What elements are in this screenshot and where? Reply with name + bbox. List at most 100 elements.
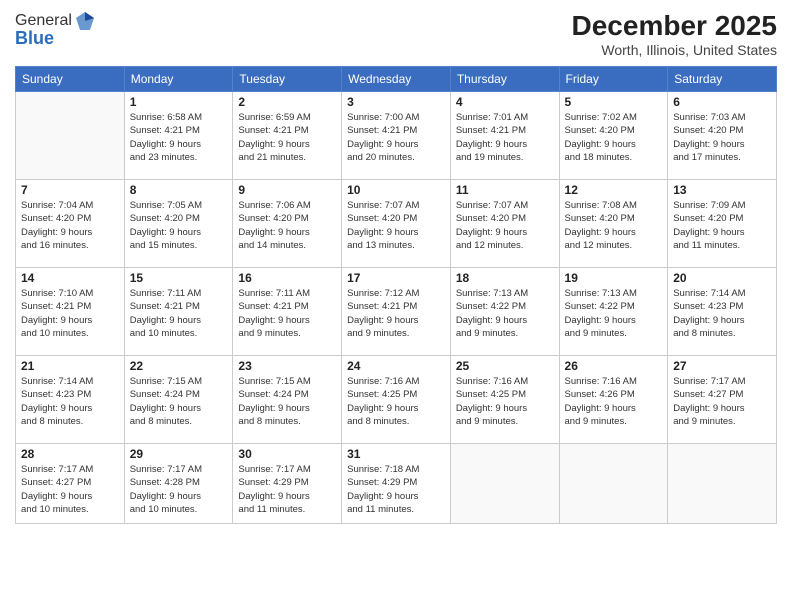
day-number: 29 [130,447,228,461]
day-info: Sunrise: 7:17 AM Sunset: 4:28 PM Dayligh… [130,463,228,516]
day-number: 3 [347,95,445,109]
day-number: 21 [21,359,119,373]
day-info: Sunrise: 7:00 AM Sunset: 4:21 PM Dayligh… [347,111,445,164]
table-row: 27 Sunrise: 7:17 AM Sunset: 4:27 PM Dayli… [668,356,777,444]
day-number: 13 [673,183,771,197]
col-monday: Monday [124,67,233,92]
table-row: 22 Sunrise: 7:15 AM Sunset: 4:24 PM Dayli… [124,356,233,444]
table-row [450,444,559,524]
table-row: 16 Sunrise: 7:11 AM Sunset: 4:21 PM Dayli… [233,268,342,356]
day-info: Sunrise: 7:08 AM Sunset: 4:20 PM Dayligh… [565,199,663,252]
col-thursday: Thursday [450,67,559,92]
page-header: General Blue December 2025 Worth, Illino… [15,10,777,58]
day-number: 22 [130,359,228,373]
day-info: Sunrise: 7:07 AM Sunset: 4:20 PM Dayligh… [456,199,554,252]
day-number: 10 [347,183,445,197]
calendar-header-row: Sunday Monday Tuesday Wednesday Thursday… [16,67,777,92]
table-row: 21 Sunrise: 7:14 AM Sunset: 4:23 PM Dayli… [16,356,125,444]
day-number: 12 [565,183,663,197]
table-row: 9Sunrise: 7:06 AM Sunset: 4:20 PM Daylig… [233,180,342,268]
day-number: 30 [238,447,336,461]
calendar-week-row: 28Sunrise: 7:17 AM Sunset: 4:27 PM Dayli… [16,444,777,524]
table-row: 24Sunrise: 7:16 AM Sunset: 4:25 PM Dayli… [342,356,451,444]
day-info: Sunrise: 7:13 AM Sunset: 4:22 PM Dayligh… [565,287,663,340]
col-tuesday: Tuesday [233,67,342,92]
day-number: 23 [238,359,336,373]
table-row: 6 Sunrise: 7:03 AM Sunset: 4:20 PM Daylig… [668,92,777,180]
table-row: 18 Sunrise: 7:13 AM Sunset: 4:22 PM Dayli… [450,268,559,356]
table-row: 23 Sunrise: 7:15 AM Sunset: 4:24 PM Dayli… [233,356,342,444]
day-number: 5 [565,95,663,109]
table-row: 26Sunrise: 7:16 AM Sunset: 4:26 PM Dayli… [559,356,668,444]
day-number: 6 [673,95,771,109]
day-info: Sunrise: 7:12 AM Sunset: 4:21 PM Dayligh… [347,287,445,340]
day-number: 24 [347,359,445,373]
table-row: 31 Sunrise: 7:18 AM Sunset: 4:29 PM Dayli… [342,444,451,524]
day-number: 14 [21,271,119,285]
day-number: 9 [238,183,336,197]
day-number: 15 [130,271,228,285]
table-row [559,444,668,524]
day-info: Sunrise: 7:04 AM Sunset: 4:20 PM Dayligh… [21,199,119,252]
calendar-week-row: 14 Sunrise: 7:10 AM Sunset: 4:21 PM Dayli… [16,268,777,356]
col-saturday: Saturday [668,67,777,92]
day-number: 19 [565,271,663,285]
table-row: 5 Sunrise: 7:02 AM Sunset: 4:20 PM Daylig… [559,92,668,180]
table-row: 8Sunrise: 7:05 AM Sunset: 4:20 PM Daylig… [124,180,233,268]
day-number: 18 [456,271,554,285]
calendar-week-row: 21 Sunrise: 7:14 AM Sunset: 4:23 PM Dayli… [16,356,777,444]
col-sunday: Sunday [16,67,125,92]
day-info: Sunrise: 7:17 AM Sunset: 4:27 PM Dayligh… [673,375,771,428]
table-row: 4 Sunrise: 7:01 AM Sunset: 4:21 PM Daylig… [450,92,559,180]
calendar-table: Sunday Monday Tuesday Wednesday Thursday… [15,66,777,524]
day-info: Sunrise: 7:01 AM Sunset: 4:21 PM Dayligh… [456,111,554,164]
day-info: Sunrise: 7:10 AM Sunset: 4:21 PM Dayligh… [21,287,119,340]
table-row: 30Sunrise: 7:17 AM Sunset: 4:29 PM Dayli… [233,444,342,524]
table-row: 12 Sunrise: 7:08 AM Sunset: 4:20 PM Dayli… [559,180,668,268]
day-number: 11 [456,183,554,197]
table-row [668,444,777,524]
logo: General Blue [15,10,96,49]
day-info: Sunrise: 7:14 AM Sunset: 4:23 PM Dayligh… [673,287,771,340]
table-row: 13Sunrise: 7:09 AM Sunset: 4:20 PM Dayli… [668,180,777,268]
day-info: Sunrise: 6:59 AM Sunset: 4:21 PM Dayligh… [238,111,336,164]
table-row: 28Sunrise: 7:17 AM Sunset: 4:27 PM Dayli… [16,444,125,524]
day-info: Sunrise: 6:58 AM Sunset: 4:21 PM Dayligh… [130,111,228,164]
day-info: Sunrise: 7:15 AM Sunset: 4:24 PM Dayligh… [130,375,228,428]
day-info: Sunrise: 7:11 AM Sunset: 4:21 PM Dayligh… [130,287,228,340]
table-row: 11 Sunrise: 7:07 AM Sunset: 4:20 PM Dayli… [450,180,559,268]
calendar-week-row: 7 Sunrise: 7:04 AM Sunset: 4:20 PM Daylig… [16,180,777,268]
month-title: December 2025 [572,10,777,42]
day-info: Sunrise: 7:14 AM Sunset: 4:23 PM Dayligh… [21,375,119,428]
table-row: 2Sunrise: 6:59 AM Sunset: 4:21 PM Daylig… [233,92,342,180]
table-row: 10 Sunrise: 7:07 AM Sunset: 4:20 PM Dayli… [342,180,451,268]
day-number: 16 [238,271,336,285]
table-row: 15 Sunrise: 7:11 AM Sunset: 4:21 PM Dayli… [124,268,233,356]
day-info: Sunrise: 7:17 AM Sunset: 4:27 PM Dayligh… [21,463,119,516]
table-row: 1 Sunrise: 6:58 AM Sunset: 4:21 PM Daylig… [124,92,233,180]
day-number: 31 [347,447,445,461]
table-row: 19 Sunrise: 7:13 AM Sunset: 4:22 PM Dayli… [559,268,668,356]
day-info: Sunrise: 7:16 AM Sunset: 4:25 PM Dayligh… [456,375,554,428]
day-number: 7 [21,183,119,197]
day-info: Sunrise: 7:03 AM Sunset: 4:20 PM Dayligh… [673,111,771,164]
day-number: 20 [673,271,771,285]
day-number: 26 [565,359,663,373]
day-number: 1 [130,95,228,109]
day-number: 27 [673,359,771,373]
day-info: Sunrise: 7:02 AM Sunset: 4:20 PM Dayligh… [565,111,663,164]
table-row: 20 Sunrise: 7:14 AM Sunset: 4:23 PM Dayli… [668,268,777,356]
day-info: Sunrise: 7:13 AM Sunset: 4:22 PM Dayligh… [456,287,554,340]
day-info: Sunrise: 7:18 AM Sunset: 4:29 PM Dayligh… [347,463,445,516]
table-row: 29 Sunrise: 7:17 AM Sunset: 4:28 PM Dayli… [124,444,233,524]
table-row: 3 Sunrise: 7:00 AM Sunset: 4:21 PM Daylig… [342,92,451,180]
location-text: Worth, Illinois, United States [572,42,777,58]
day-info: Sunrise: 7:11 AM Sunset: 4:21 PM Dayligh… [238,287,336,340]
day-info: Sunrise: 7:15 AM Sunset: 4:24 PM Dayligh… [238,375,336,428]
main-container: General Blue December 2025 Worth, Illino… [0,0,792,612]
day-info: Sunrise: 7:07 AM Sunset: 4:20 PM Dayligh… [347,199,445,252]
day-number: 4 [456,95,554,109]
logo-flag-icon [74,10,96,32]
col-friday: Friday [559,67,668,92]
day-number: 17 [347,271,445,285]
